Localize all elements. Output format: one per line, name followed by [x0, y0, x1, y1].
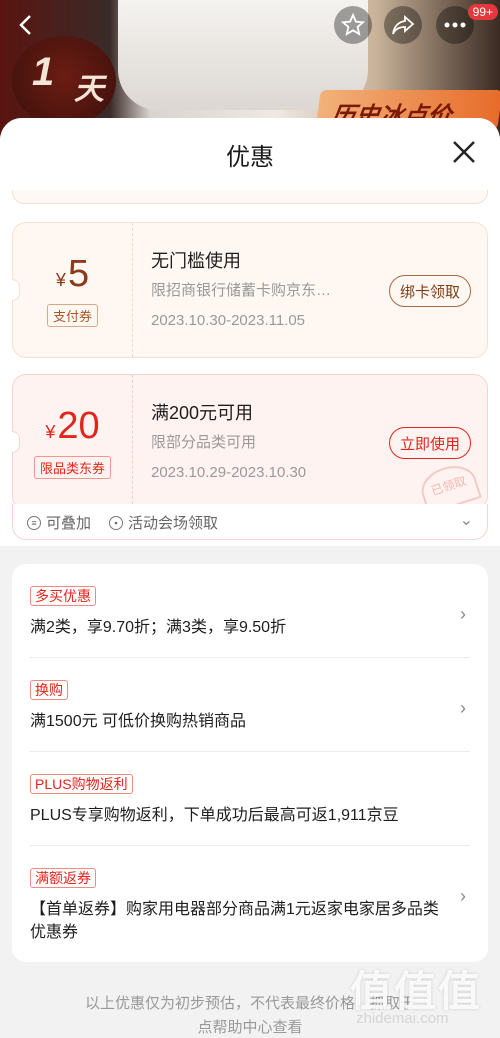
close-icon[interactable] — [446, 134, 482, 170]
promotion-item[interactable]: PLUS购物返利 PLUS专享购物返利，下单成功后最高可返1,911京豆 — [30, 752, 470, 846]
coupon-footer: ≡ 可叠加 ▪ 活动会场领取 ⌄ — [12, 504, 488, 540]
chevron-right-icon: › — [460, 698, 466, 718]
promotion-item[interactable]: 多买优惠 满2类，享9.70折；满3类，享9.50折 › — [30, 564, 470, 658]
sheet-title: 优惠 — [226, 143, 274, 171]
coupon-card: ¥ 20 限品类东券 满200元可用 限部分品类可用 2023.10.29-20… — [12, 374, 488, 515]
chevron-down-icon[interactable]: ⌄ — [460, 510, 473, 530]
day-badge-number: 1 — [32, 50, 55, 94]
coupon-amount: ¥ 5 — [56, 253, 89, 296]
promotion-tag: 换购 — [30, 680, 68, 700]
promotion-item[interactable]: 换购 满1500元 可低价换购热销商品 › — [30, 658, 470, 752]
promotion-tag: 多买优惠 — [30, 586, 96, 606]
promotion-tag: 满额返券 — [30, 868, 96, 888]
bind-card-claim-button[interactable]: 绑卡领取 — [388, 275, 471, 307]
promotion-tag: PLUS购物返利 — [30, 774, 133, 794]
share-button[interactable] — [384, 6, 422, 44]
site-watermark-url: zhidemai.com — [356, 1010, 449, 1027]
stackable-label: 可叠加 — [46, 515, 92, 532]
chevron-right-icon: › — [460, 886, 466, 906]
coupon-amount: ¥ 20 — [45, 405, 99, 448]
day-badge: 1 天 — [12, 36, 116, 126]
coupon-amount-value: 5 — [67, 253, 90, 295]
star-icon — [341, 13, 365, 36]
promotion-list: 多买优惠 满2类，享9.70折；满3类，享9.50折 › 换购 满1500元 可… — [12, 564, 488, 962]
promotion-text: 【首单返券】购家用电器部分商品满1元返家电家居多品类优惠券 — [30, 901, 439, 941]
coupon-amount-value: 20 — [57, 405, 100, 447]
coupon-value: ¥ 20 限品类东券 — [13, 375, 133, 509]
coupon-list: ¥ 5 支付券 无门槛使用 限招商银行储蓄卡购京东… 2023.10.30-20… — [0, 190, 500, 546]
back-button[interactable] — [6, 6, 44, 44]
venue-label: 活动会场领取 — [128, 515, 219, 532]
favorite-button[interactable] — [334, 6, 372, 44]
promotion-text: PLUS专享购物返利，下单成功后最高可返1,911京豆 — [30, 807, 399, 824]
currency-symbol: ¥ — [45, 422, 56, 442]
share-icon — [392, 15, 415, 35]
coupon-title: 无门槛使用 — [151, 251, 241, 271]
promotion-text: 满2类，享9.70折；满3类，享9.50折 — [30, 619, 287, 636]
back-arrow-icon — [19, 15, 31, 35]
coupon-partial — [12, 190, 488, 204]
coupon-card: ¥ 5 支付券 无门槛使用 限招商银行储蓄卡购京东… 2023.10.30-20… — [12, 222, 488, 358]
discount-sheet: 优惠 ¥ 5 支付券 无门槛使用 限招商银行储蓄卡购京东… 2023.10.30… — [0, 118, 500, 1038]
cart-count-badge: 99+ — [467, 4, 498, 20]
coupon-value: ¥ 5 支付券 — [13, 223, 133, 357]
use-now-button[interactable]: 立即使用 — [388, 427, 471, 459]
coupon-type-tag: 限品类东券 — [33, 456, 111, 479]
sheet-header: 优惠 — [0, 118, 500, 190]
ticket-icon: ▪ — [109, 515, 124, 530]
promotion-item[interactable]: 满额返券 【首单返券】购家用电器部分商品满1元返家电家居多品类优惠券 › — [30, 846, 470, 962]
stack-icon: ≡ — [27, 515, 41, 530]
coupon-info: 无门槛使用 限招商银行储蓄卡购京东… 2023.10.30-2023.11.05… — [133, 223, 487, 357]
currency-symbol: ¥ — [55, 270, 66, 290]
chevron-right-icon: › — [460, 604, 466, 624]
more-dots-icon — [444, 22, 466, 28]
venue-info: ▪ 活动会场领取 — [109, 512, 218, 533]
coupon-date: 2023.10.30-2023.11.05 — [151, 312, 306, 329]
day-badge-unit: 天 — [74, 73, 104, 106]
coupon-title: 满200元可用 — [151, 403, 254, 423]
coupon-type-tag: 支付券 — [46, 304, 98, 327]
promotion-text: 满1500元 可低价换购热销商品 — [30, 713, 247, 730]
stackable-info: ≡ 可叠加 — [27, 512, 91, 533]
